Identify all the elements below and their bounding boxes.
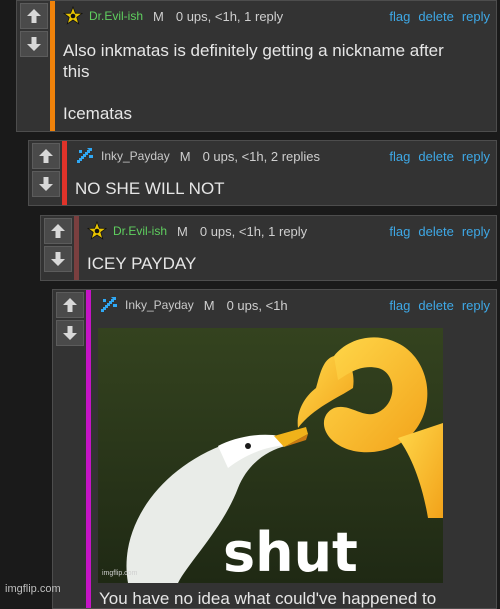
upvote-button[interactable] — [20, 3, 48, 29]
downvote-button[interactable] — [56, 320, 84, 346]
meme-caption: shut — [223, 521, 358, 583]
comment-content: Inky_Payday M 0 ups, <1h, 2 replies flag… — [75, 141, 496, 199]
vote-controls — [17, 1, 50, 57]
downvote-button[interactable] — [44, 246, 72, 272]
upvote-button[interactable] — [32, 143, 60, 169]
comment-line: ICEY PAYDAY — [87, 254, 197, 273]
reply-link[interactable]: reply — [462, 298, 490, 313]
comment-body: ICEY PAYDAY — [87, 253, 496, 274]
comment-line: NO SHE WILL NOT — [75, 179, 225, 198]
thread-bar — [62, 141, 67, 205]
upvote-button[interactable] — [44, 218, 72, 244]
thread-bar — [50, 1, 55, 131]
comment-2: Inky_Payday M 0 ups, <1h, 2 replies flag… — [28, 140, 497, 206]
arrow-up-icon — [27, 9, 41, 23]
comment-content: Inky_Payday M 0 ups, <1h flag delete rep… — [99, 290, 496, 317]
comment-content: Dr.Evil-ish M 0 ups, <1h, 1 reply flag d… — [63, 1, 496, 124]
vote-controls — [29, 141, 62, 197]
gender-badge: M — [203, 297, 215, 313]
username-link[interactable]: Inky_Payday — [101, 149, 170, 163]
flag-link[interactable]: flag — [389, 298, 410, 313]
comment-stats: 0 ups, <1h, 2 replies — [202, 148, 321, 164]
comment-stats: 0 ups, <1h, 1 reply — [175, 8, 284, 24]
comment-line: Icematas — [63, 104, 132, 123]
comment-meta: Dr.Evil-ish M 0 ups, <1h, 1 reply flag d… — [63, 4, 496, 28]
comment-line — [63, 82, 496, 103]
gender-badge: M — [177, 223, 188, 239]
arrow-down-icon — [39, 177, 53, 191]
comment-actions: flag delete reply — [389, 298, 496, 313]
comment-actions: flag delete reply — [389, 9, 496, 24]
comment-body: NO SHE WILL NOT — [75, 178, 496, 199]
username-link[interactable]: Dr.Evil-ish — [89, 9, 143, 23]
star-figure-icon[interactable] — [63, 6, 83, 26]
username-link[interactable]: Inky_Payday — [125, 298, 194, 312]
comment-actions: flag delete reply — [389, 149, 496, 164]
thread-bar — [74, 216, 79, 280]
flag-link[interactable]: flag — [389, 149, 410, 164]
comment-stats: 0 ups, <1h — [226, 297, 288, 313]
arrow-down-icon — [63, 326, 77, 340]
comment-line: Also inkmatas is definitely getting a ni… — [63, 41, 444, 60]
meme-image[interactable]: shut imgflip.com — [98, 328, 443, 583]
comment-meta: Dr.Evil-ish M 0 ups, <1h, 1 reply flag d… — [87, 219, 496, 243]
delete-link[interactable]: delete — [418, 298, 453, 313]
flag-link[interactable]: flag — [389, 9, 410, 24]
delete-link[interactable]: delete — [418, 224, 453, 239]
gender-badge: M — [179, 148, 191, 164]
vote-controls — [53, 290, 86, 346]
imgflip-watermark: imgflip.com — [5, 583, 61, 595]
delete-link[interactable]: delete — [418, 9, 453, 24]
vote-controls — [41, 216, 74, 272]
downvote-button[interactable] — [20, 31, 48, 57]
comment-trailing-text: You have no idea what could've happened … — [99, 589, 437, 608]
comment-line: this — [63, 62, 90, 81]
comment-content: Dr.Evil-ish M 0 ups, <1h, 1 reply flag d… — [87, 216, 496, 274]
comment-3: Dr.Evil-ish M 0 ups, <1h, 1 reply flag d… — [40, 215, 497, 281]
comment-1: Dr.Evil-ish M 0 ups, <1h, 1 reply flag d… — [16, 0, 497, 132]
reply-link[interactable]: reply — [462, 149, 490, 164]
arrow-down-icon — [27, 37, 41, 51]
arrow-up-icon — [39, 149, 53, 163]
reply-link[interactable]: reply — [462, 9, 490, 24]
upvote-button[interactable] — [56, 292, 84, 318]
star-figure-icon[interactable] — [87, 221, 107, 241]
pixel-squid-icon[interactable] — [99, 295, 119, 315]
comment-meta: Inky_Payday M 0 ups, <1h, 2 replies flag… — [75, 144, 496, 168]
username-link[interactable]: Dr.Evil-ish — [113, 224, 167, 238]
arrow-up-icon — [63, 298, 77, 312]
gender-badge: M — [153, 8, 164, 24]
arrow-up-icon — [51, 224, 65, 238]
arrow-down-icon — [51, 252, 65, 266]
comment-stats: 0 ups, <1h, 1 reply — [199, 223, 308, 239]
meme-small-mark: imgflip.com — [102, 570, 138, 577]
downvote-button[interactable] — [32, 171, 60, 197]
flag-link[interactable]: flag — [389, 224, 410, 239]
comment-actions: flag delete reply — [389, 224, 496, 239]
comment-meta: Inky_Payday M 0 ups, <1h flag delete rep… — [99, 293, 496, 317]
pixel-squid-icon[interactable] — [75, 146, 95, 166]
reply-link[interactable]: reply — [462, 224, 490, 239]
delete-link[interactable]: delete — [418, 149, 453, 164]
thread-bar — [86, 290, 91, 608]
comment-body: Also inkmatas is definitely getting a ni… — [63, 40, 496, 124]
